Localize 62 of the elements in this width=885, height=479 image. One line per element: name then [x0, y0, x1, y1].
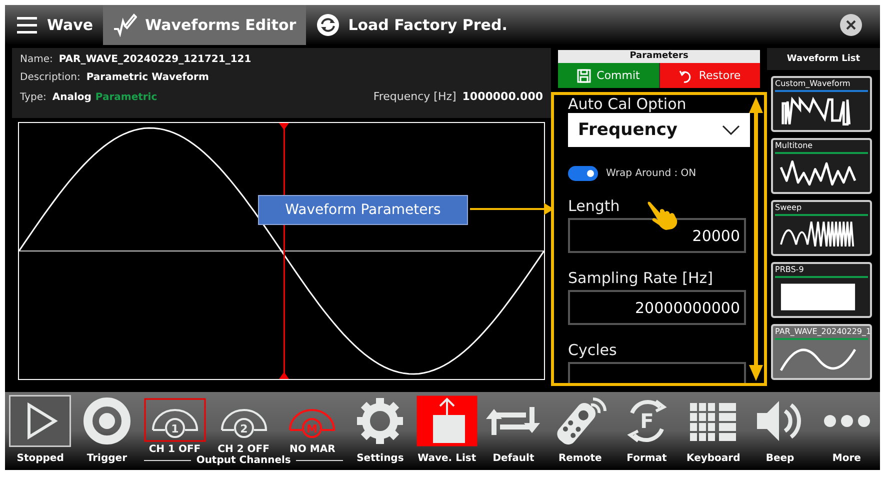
panel-title: Waveform List	[767, 48, 880, 70]
waveform-subtype: Parametric	[95, 92, 158, 103]
commit-button[interactable]: Commit	[558, 63, 660, 88]
callout-label: Waveform Parameters	[258, 195, 468, 225]
field-label: Cycles	[568, 341, 617, 359]
channel-number: 1	[170, 422, 179, 436]
field-label: Length	[568, 197, 620, 215]
pen-wave-icon	[113, 13, 138, 37]
toolbar-button[interactable]: Remote	[546, 392, 614, 470]
channel-button[interactable]: M NO MAR	[278, 392, 347, 455]
waveform-card-title: Custom_Waveform	[775, 79, 852, 89]
frequency-label: Frequency [Hz]	[373, 90, 456, 103]
toolbar-button[interactable]: Stopped	[7, 392, 74, 470]
tab[interactable]: Wave	[5, 5, 104, 45]
toggle-label: Wrap Around : ON	[606, 168, 696, 179]
field-label: Name:	[20, 54, 53, 65]
waveform-card-title: PAR_WAVE_20240229_1	[775, 327, 868, 337]
waveform-card-title: PRBS-9	[775, 265, 805, 275]
field-label: Auto Cal Option	[568, 95, 686, 113]
waveform-card[interactable]: PRBS-9	[771, 262, 872, 318]
close-button[interactable]	[840, 14, 862, 36]
hand-pointer-icon	[648, 202, 678, 230]
dropdown[interactable]: Frequency	[568, 113, 750, 147]
channel-button[interactable]: 2 CH 2 OFF	[209, 392, 278, 455]
channel-button[interactable]: 1 CH 1 OFF	[140, 392, 210, 455]
field-label: Type:	[20, 92, 46, 103]
waveform-card[interactable]: Sweep	[771, 200, 872, 256]
waveform-card[interactable]: Multitone	[771, 138, 872, 194]
toolbar-button[interactable]: F Format	[613, 392, 680, 470]
waveform-type: Analog	[52, 92, 92, 103]
field-label: Description:	[20, 72, 80, 83]
waveform-name: PAR_WAVE_20240229_121721_121	[58, 54, 252, 65]
reload-icon	[316, 13, 340, 37]
waveform-description: Parametric Waveform	[86, 72, 209, 83]
channel-number: 2	[240, 422, 248, 436]
toolbar-button[interactable]: Wave. List	[414, 392, 480, 470]
toolbar-button[interactable]: Settings	[346, 392, 414, 470]
field-label: Sampling Rate [Hz]	[568, 269, 713, 287]
format-letter: F	[640, 409, 654, 433]
toolbar-button[interactable]: Trigger	[74, 392, 140, 470]
waveform-card[interactable]: PAR_WAVE_20240229_1	[771, 324, 872, 380]
waveform-card[interactable]: Custom_Waveform	[771, 76, 872, 132]
restore-button[interactable]: Restore	[660, 63, 760, 88]
waveform-card-title: Multitone	[775, 141, 814, 151]
toolbar-button[interactable]: More	[813, 392, 880, 470]
input-field[interactable]: 20000	[568, 218, 746, 253]
tab[interactable]: Waveforms Editor	[103, 5, 306, 45]
toolbar-button[interactable]: Keyboard	[680, 392, 747, 470]
toolbar-button[interactable]: Default	[480, 392, 547, 470]
panel-title: Parameters	[558, 50, 760, 63]
toggle-switch[interactable]	[568, 166, 598, 181]
input-field[interactable]: 20000000000	[568, 290, 746, 325]
undo-icon	[678, 68, 693, 82]
frequency-value: 1000000.000	[462, 90, 543, 103]
save-icon	[576, 68, 591, 82]
chevron-down-icon	[722, 125, 740, 135]
toolbar-button[interactable]: Beep	[746, 392, 814, 470]
close-icon	[840, 14, 862, 36]
channel-number: M	[306, 422, 318, 436]
waveform-card-title: Sweep	[775, 203, 803, 213]
tab[interactable]: Load Factory Pred.	[306, 5, 518, 45]
group-label: Output Channels	[196, 455, 291, 466]
